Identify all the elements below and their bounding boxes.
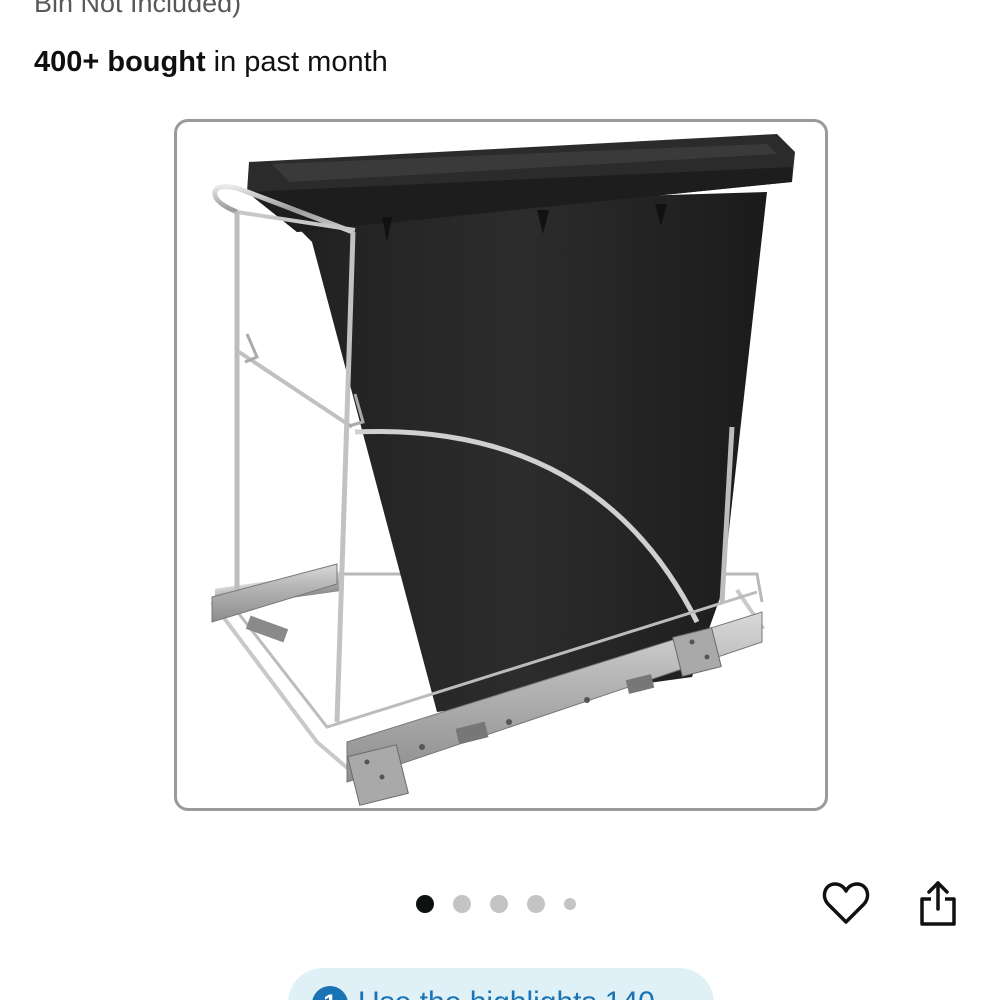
purchase-count: 400+ bought in past month — [34, 46, 388, 79]
carousel-dot-3[interactable] — [490, 895, 508, 913]
product-photo — [210, 134, 795, 806]
highlights-pill[interactable]: 1 Use the highlights 140 — [288, 968, 714, 1000]
product-page: Bin Not Included) 400+ bought in past mo… — [0, 0, 1000, 1000]
carousel-dot-5[interactable] — [564, 898, 576, 910]
product-image[interactable] — [174, 119, 828, 811]
carousel-dot-2[interactable] — [453, 895, 471, 913]
product-title-tail: Bin Not Included) — [34, 0, 242, 18]
heart-icon — [822, 882, 870, 924]
image-carousel-dots — [416, 894, 595, 914]
carousel-dot-4[interactable] — [527, 895, 545, 913]
share-icon — [920, 881, 956, 926]
wishlist-button[interactable] — [820, 877, 872, 929]
highlights-text: Use the highlights 140 — [358, 986, 655, 1000]
purchase-count-rest: in past month — [205, 46, 388, 78]
carousel-dot-1[interactable] — [416, 895, 434, 913]
highlights-badge: 1 — [312, 986, 348, 1000]
share-button[interactable] — [912, 877, 964, 929]
purchase-count-bold: 400+ bought — [34, 46, 206, 78]
